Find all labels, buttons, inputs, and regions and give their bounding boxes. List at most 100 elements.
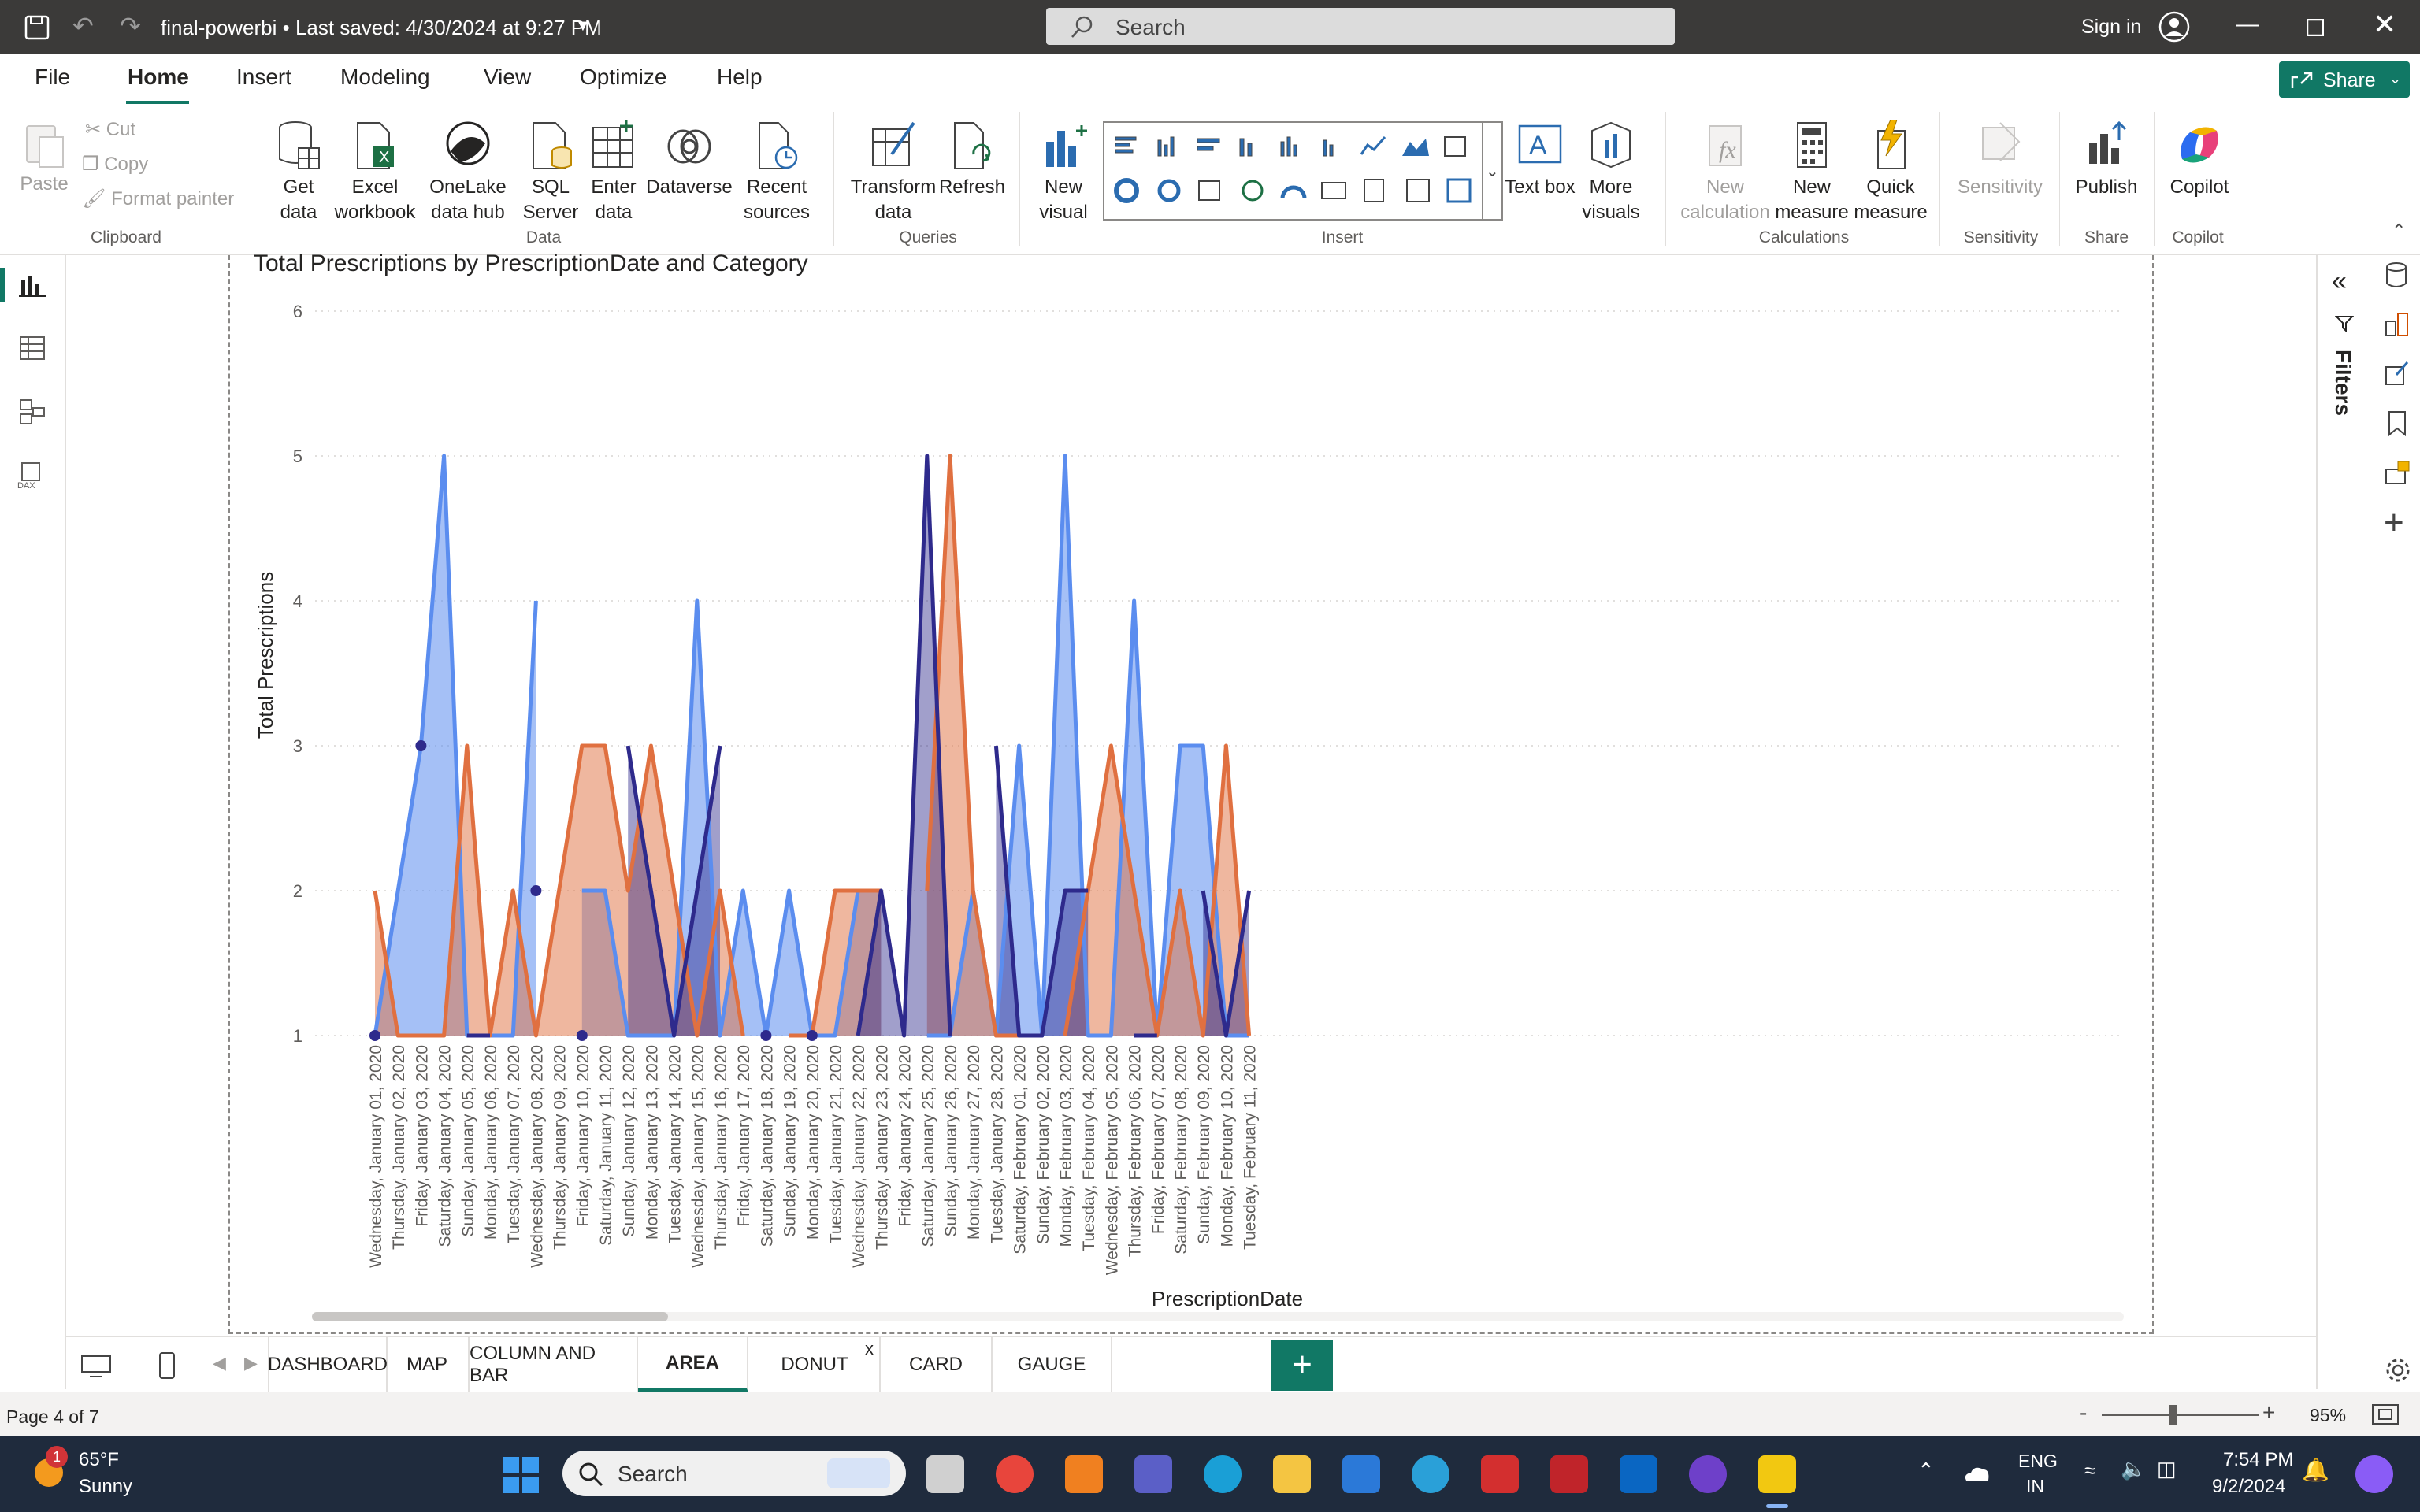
menu-insert[interactable]: Insert — [236, 65, 291, 90]
settings-icon[interactable] — [2385, 1358, 2411, 1383]
minimize-icon[interactable]: — — [2236, 11, 2259, 38]
volume-icon[interactable]: 🔈 — [2121, 1457, 2146, 1481]
onelake-button[interactable]: OneLake data hub — [422, 120, 514, 225]
battery-icon[interactable]: ◫ — [2157, 1457, 2177, 1481]
copilot-button[interactable]: Copilot — [2162, 120, 2237, 200]
microsoft-store-icon[interactable] — [1342, 1455, 1380, 1493]
zoom-slider-thumb[interactable] — [2169, 1405, 2177, 1425]
sql-server-button[interactable]: SQL Server — [520, 120, 581, 225]
linkedin-icon[interactable] — [1620, 1455, 1657, 1493]
new-measure-button[interactable]: New measure — [1772, 120, 1851, 225]
save-icon[interactable] — [24, 14, 50, 41]
account-icon[interactable] — [2158, 11, 2190, 43]
clock-date[interactable]: 9/2/2024 — [2212, 1476, 2285, 1498]
dax-query-view-icon[interactable]: DAX — [17, 461, 47, 490]
enter-data-button[interactable]: Enter data — [583, 120, 644, 225]
tab-column-and-bar[interactable]: COLUMN AND BAR — [470, 1337, 638, 1392]
bookmarks-icon[interactable] — [2385, 410, 2409, 438]
collapse-ribbon-icon[interactable]: ⌃ — [2392, 220, 2406, 241]
paste-button[interactable]: Paste — [16, 120, 72, 197]
zotero-icon[interactable] — [1481, 1455, 1519, 1493]
data-pane-icon[interactable] — [2384, 261, 2409, 290]
fit-to-page-icon[interactable] — [2371, 1403, 2400, 1425]
zoom-out-icon[interactable]: - — [2080, 1400, 2087, 1425]
title-dropdown-icon[interactable]: ▼ — [575, 17, 591, 35]
maximize-icon[interactable] — [2307, 19, 2324, 36]
region-indicator[interactable]: IN — [2026, 1476, 2044, 1497]
menu-home[interactable]: Home — [128, 65, 189, 90]
teams-icon[interactable] — [1134, 1455, 1172, 1493]
desktop-layout-icon[interactable] — [80, 1354, 112, 1378]
menu-optimize[interactable]: Optimize — [580, 65, 666, 90]
transform-data-button[interactable]: Transform data — [846, 120, 941, 225]
tab-area[interactable]: AREA — [638, 1337, 748, 1392]
language-indicator[interactable]: ENG — [2018, 1451, 2058, 1472]
data-point-marker[interactable] — [415, 740, 427, 751]
edge-icon[interactable] — [1204, 1455, 1242, 1493]
tab-card[interactable]: CARD — [881, 1337, 993, 1392]
wifi-icon[interactable]: ≈ — [2084, 1458, 2095, 1483]
zoom-slider[interactable] — [2102, 1414, 2259, 1416]
task-view-icon[interactable] — [926, 1455, 964, 1493]
horizontal-scrollbar-thumb[interactable] — [312, 1312, 668, 1321]
mcafee-icon[interactable] — [1550, 1455, 1588, 1493]
area-chart[interactable]: 1 2 3 4 5 6 Wednesday, January 01, 2020 Thursd… — [228, 268, 2151, 1331]
power-bi-icon[interactable] — [1758, 1455, 1796, 1493]
excel-workbook-button[interactable]: X Excel workbook — [329, 120, 421, 225]
selection-pane-icon[interactable] — [2384, 460, 2412, 488]
dataverse-button[interactable]: Dataverse — [646, 120, 733, 200]
tabs-scroll-left-icon[interactable]: ◀ — [213, 1353, 226, 1373]
refresh-button[interactable]: Refresh — [937, 120, 1007, 200]
data-point-marker[interactable] — [576, 1030, 588, 1041]
format-pane-icon[interactable] — [2384, 359, 2411, 387]
share-button[interactable]: Share ⌄ — [2279, 61, 2410, 98]
menu-modeling[interactable]: Modeling — [340, 65, 430, 90]
expand-filters-icon[interactable]: « — [2332, 266, 2347, 297]
get-help-icon[interactable] — [1412, 1455, 1449, 1493]
get-data-button[interactable]: Get data — [263, 120, 334, 225]
data-point-marker[interactable] — [806, 1030, 818, 1041]
github-desktop-icon[interactable] — [1689, 1455, 1727, 1493]
data-point-marker[interactable] — [369, 1030, 380, 1041]
table-view-icon[interactable] — [19, 335, 46, 361]
format-painter-button[interactable]: 🖌 Format painter — [82, 187, 234, 210]
file-explorer-icon[interactable] — [1273, 1455, 1311, 1493]
new-calculation-button[interactable]: fx New calculation — [1678, 120, 1772, 225]
menu-help[interactable]: Help — [717, 65, 763, 90]
tabs-scroll-right-icon[interactable]: ▶ — [244, 1353, 258, 1373]
text-box-button[interactable]: A Text box — [1505, 120, 1576, 200]
tab-gauge[interactable]: GAUGE — [993, 1337, 1112, 1392]
visual-gallery[interactable]: ⌄ — [1103, 121, 1503, 220]
data-point-marker[interactable] — [530, 885, 542, 896]
data-point-marker[interactable] — [760, 1030, 772, 1041]
quick-measure-button[interactable]: Quick measure — [1851, 120, 1930, 225]
share-chevron-icon[interactable]: ⌄ — [2389, 71, 2401, 87]
filters-pane-collapsed[interactable]: « Filters — [2316, 255, 2374, 1389]
add-pane-icon[interactable]: + — [2384, 506, 2404, 540]
close-icon[interactable]: ✕ — [2373, 8, 2396, 41]
tab-donut[interactable]: DONUT — [750, 1337, 881, 1392]
notifications-icon[interactable]: 🔔 — [2302, 1457, 2329, 1483]
menu-file[interactable]: File — [35, 65, 70, 90]
copilot-taskbar-icon[interactable] — [2355, 1455, 2393, 1493]
tab-map[interactable]: MAP — [386, 1337, 470, 1392]
recent-sources-button[interactable]: Recent sources — [731, 120, 822, 225]
new-visual-button[interactable]: New visual — [1030, 120, 1097, 225]
mobile-layout-icon[interactable] — [158, 1351, 176, 1380]
onedrive-icon[interactable] — [1962, 1463, 1991, 1484]
zoom-in-icon[interactable]: + — [2262, 1400, 2275, 1425]
sublime-text-icon[interactable] — [1065, 1455, 1103, 1493]
report-view-icon[interactable] — [19, 272, 46, 298]
undo-icon[interactable]: ↶ — [72, 11, 94, 41]
tab-dashboard[interactable]: DASHBOARD — [268, 1337, 388, 1392]
chrome-icon[interactable] — [996, 1455, 1034, 1493]
sign-in-link[interactable]: Sign in — [2081, 16, 2141, 39]
publish-button[interactable]: Publish — [2069, 120, 2144, 200]
cut-button[interactable]: ✂ Cut — [85, 118, 135, 141]
show-hidden-icons-icon[interactable]: ⌃ — [1917, 1458, 1935, 1483]
windows-start-icon[interactable] — [501, 1455, 540, 1495]
menu-view[interactable]: View — [484, 65, 531, 90]
more-visuals-button[interactable]: More visuals — [1576, 120, 1646, 225]
visualizations-pane-icon[interactable] — [2384, 310, 2411, 339]
redo-icon[interactable]: ↷ — [120, 11, 141, 41]
